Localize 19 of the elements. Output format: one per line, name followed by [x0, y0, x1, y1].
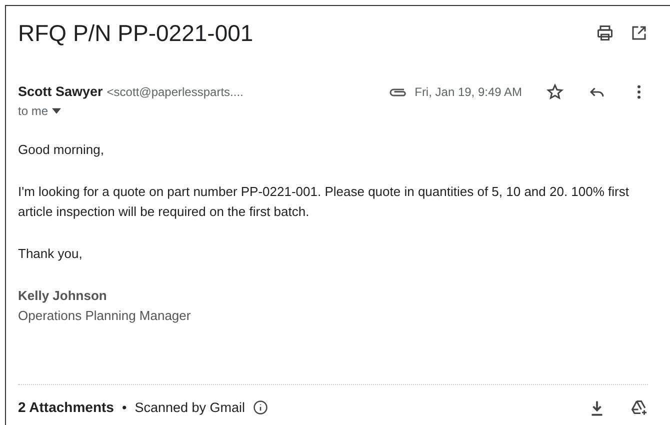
star-icon[interactable] [546, 83, 564, 102]
body-paragraph: Good morning, [18, 141, 105, 160]
info-icon[interactable] [253, 400, 268, 416]
scan-note: Scanned by Gmail [134, 398, 245, 417]
sender-name[interactable]: Scott Sawyer [18, 82, 103, 102]
sender-email: <scott@paperlessparts.... [106, 84, 244, 102]
print-icon[interactable] [596, 24, 614, 42]
attachments-count: 2 Attachments [18, 398, 114, 418]
separator-dot: • [122, 398, 127, 417]
email-subject: RFQ P/N PP-0221-001 [18, 19, 254, 48]
body-paragraph: I'm looking for a quote on part number PP-0221-001. Please quote in quantities of 5, 10 and 20. 100% first article inspection will be required on the first batch. [18, 183, 630, 222]
email-date: Fri, Jan 19, 9:49 AM [414, 84, 522, 102]
caret-icon [52, 108, 62, 114]
add-to-drive-icon[interactable] [630, 398, 648, 417]
open-in-new-window-icon[interactable] [630, 24, 648, 42]
body-paragraph: Thank you, [18, 245, 84, 264]
signature-title: Operations Planning Manager [18, 307, 192, 326]
signature-name: Kelly Johnson [18, 287, 108, 306]
recipient-dropdown[interactable]: to me [18, 102, 62, 120]
